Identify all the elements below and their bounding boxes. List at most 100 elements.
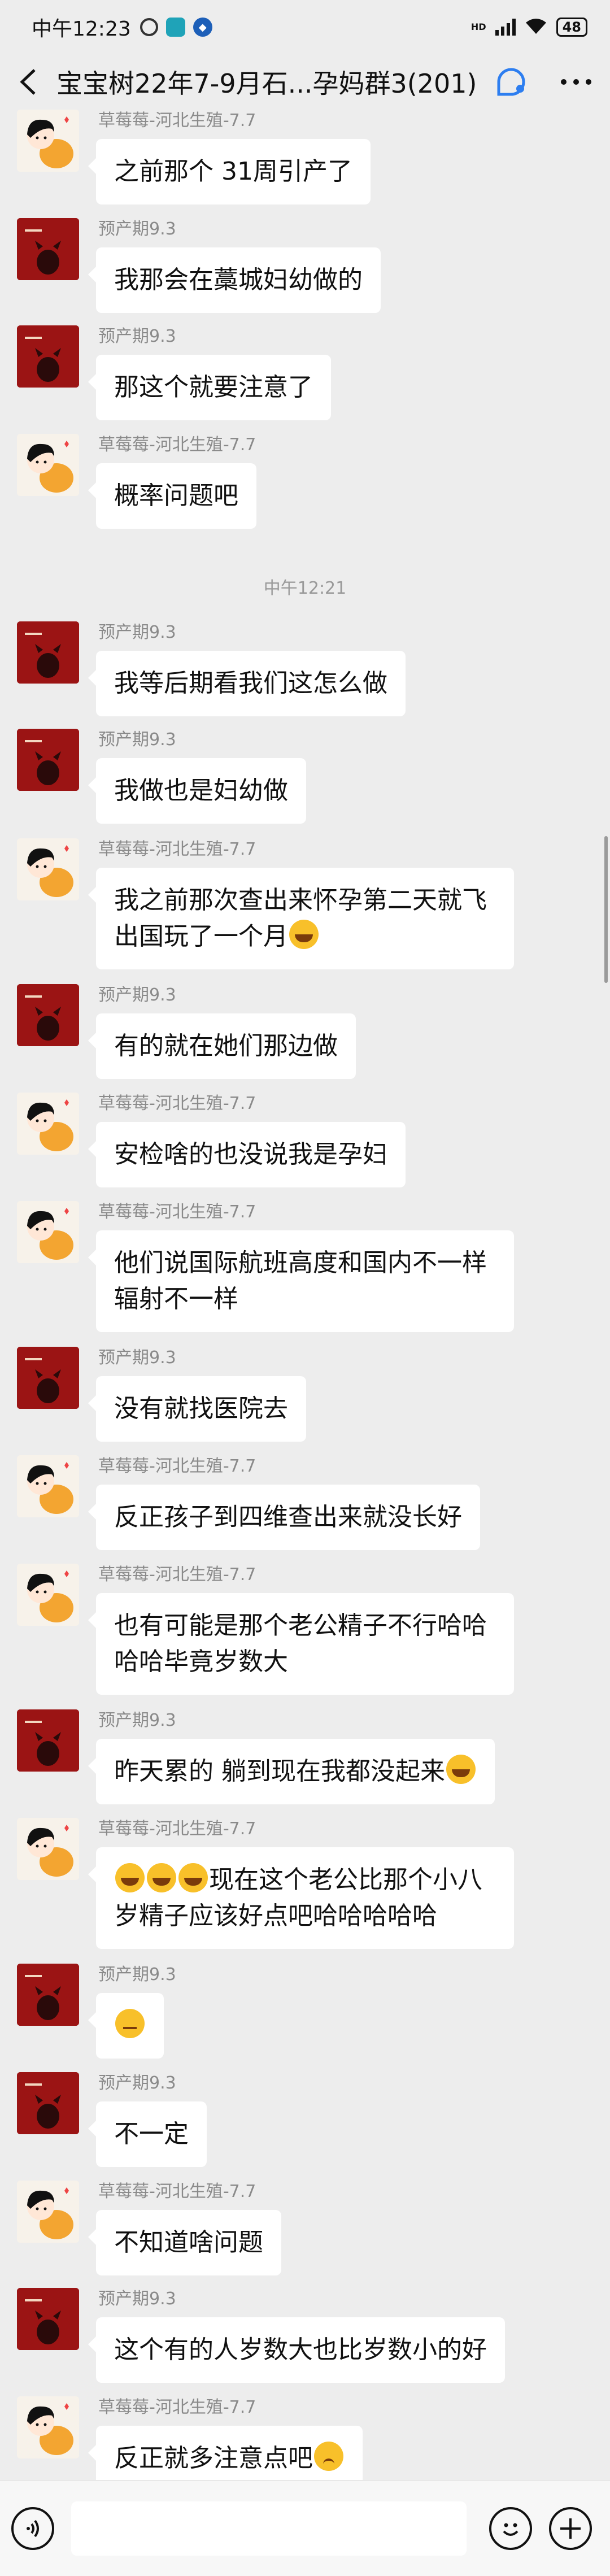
message-text: 没有就找医院去 bbox=[114, 1394, 288, 1423]
sender-name: 草莓莓-河北生殖-7.7 bbox=[98, 1094, 256, 1113]
message-text: 昨天累的 躺到现在我都没起来 bbox=[114, 1757, 445, 1786]
message-bubble[interactable]: 没有就找医院去 bbox=[88, 1376, 306, 1442]
message-text: 安检啥的也没说我是孕妇 bbox=[114, 1140, 387, 1169]
sender-name: 预产期9.3 bbox=[98, 2073, 176, 2093]
voice-input-icon[interactable] bbox=[11, 2507, 54, 2550]
avatar[interactable] bbox=[17, 1455, 79, 1517]
avatar[interactable] bbox=[17, 1564, 79, 1626]
avatar[interactable] bbox=[17, 2072, 79, 2134]
laugh-emoji-icon bbox=[115, 1863, 145, 1892]
message-text: 反正就多注意点吧 bbox=[114, 2444, 313, 2473]
avatar[interactable] bbox=[17, 110, 79, 172]
sender-name: 预产期9.3 bbox=[98, 985, 176, 1005]
avatar[interactable] bbox=[17, 2181, 79, 2243]
message-bubble[interactable] bbox=[88, 1993, 164, 2059]
message-bubble[interactable]: 我之前那次查出来怀孕第二天就飞出国玩了一个月 bbox=[88, 868, 514, 969]
sender-name: 草莓莓-河北生殖-7.7 bbox=[98, 839, 256, 859]
message-text: 他们说国际航班高度和国内不一样辐射不一样 bbox=[114, 1248, 487, 1313]
message-text: 概率问题吧 bbox=[114, 481, 238, 510]
shield-icon: ◆ bbox=[193, 18, 212, 37]
avatar[interactable] bbox=[17, 1709, 79, 1772]
avatar[interactable] bbox=[17, 838, 79, 900]
sender-name: 预产期9.3 bbox=[98, 730, 176, 750]
message-bubble[interactable]: 我那会在藁城妇幼做的 bbox=[88, 247, 381, 313]
avatar[interactable] bbox=[17, 434, 79, 496]
laugh-emoji-icon bbox=[178, 1863, 208, 1892]
message-text: 也有可能是那个老公精子不行哈哈哈哈毕竟岁数大 bbox=[114, 1611, 487, 1676]
avatar[interactable] bbox=[17, 621, 79, 684]
alarm-icon bbox=[140, 18, 158, 36]
sender-name: 草莓莓-河北生殖-7.7 bbox=[98, 2397, 256, 2417]
sender-name: 草莓莓-河北生殖-7.7 bbox=[98, 2182, 256, 2201]
laugh-emoji-icon bbox=[147, 1863, 176, 1892]
message-bubble[interactable]: 有的就在她们那边做 bbox=[88, 1013, 356, 1079]
sender-name: 草莓莓-河北生殖-7.7 bbox=[98, 435, 256, 455]
message-text: 不一定 bbox=[114, 2120, 189, 2148]
message-bubble[interactable]: 这个有的人岁数大也比岁数小的好 bbox=[88, 2317, 505, 2383]
sender-name: 预产期9.3 bbox=[98, 1348, 176, 1368]
message-input[interactable] bbox=[71, 2501, 467, 2556]
message-text: 不知道啥问题 bbox=[114, 2228, 263, 2257]
sender-name: 草莓莓-河北生殖-7.7 bbox=[98, 1456, 256, 1476]
input-bar bbox=[0, 2480, 610, 2576]
message-bubble[interactable]: 反正孩子到四维查出来就没长好 bbox=[88, 1485, 480, 1550]
avatar[interactable] bbox=[17, 1818, 79, 1880]
sender-name: 预产期9.3 bbox=[98, 623, 176, 642]
status-notification-icons: ◆ bbox=[140, 18, 212, 37]
sender-name: 草莓莓-河北生殖-7.7 bbox=[98, 1819, 256, 1839]
avatar[interactable] bbox=[17, 1093, 79, 1155]
scrollbar[interactable] bbox=[604, 836, 608, 983]
status-bar: 中午12:23 ◆ HD 48 bbox=[0, 0, 610, 54]
avatar[interactable] bbox=[17, 2288, 79, 2350]
message-bubble[interactable]: 昨天累的 躺到现在我都没起来 bbox=[88, 1739, 495, 1804]
avatar[interactable] bbox=[17, 2396, 79, 2458]
avatar[interactable] bbox=[17, 984, 79, 1046]
message-bubble[interactable]: 我做也是妇幼做 bbox=[88, 758, 306, 824]
chat-title: 宝宝树22年7-9月石...孕妈群3(201) bbox=[56, 68, 477, 99]
back-arrow-icon[interactable] bbox=[0, 54, 56, 110]
emoji-icon[interactable] bbox=[489, 2507, 532, 2550]
message-bubble[interactable]: 那这个就要注意了 bbox=[88, 355, 331, 420]
network-type: HD bbox=[470, 21, 486, 32]
plus-icon[interactable] bbox=[549, 2507, 592, 2550]
message-bubble[interactable]: 不知道啥问题 bbox=[88, 2210, 281, 2275]
status-time: 中午12:23 bbox=[32, 18, 131, 41]
message-bubble[interactable]: 概率问题吧 bbox=[88, 463, 256, 529]
message-bubble[interactable]: 反正就多注意点吧 bbox=[88, 2426, 363, 2480]
laugh-emoji-icon bbox=[446, 1755, 476, 1784]
avatar[interactable] bbox=[17, 325, 79, 388]
message-text: 那这个就要注意了 bbox=[114, 373, 313, 402]
message-text: 反正孩子到四维查出来就没长好 bbox=[114, 1503, 462, 1531]
message-text: 有的就在她们那边做 bbox=[114, 1032, 338, 1060]
avatar[interactable] bbox=[17, 1201, 79, 1263]
sender-name: 预产期9.3 bbox=[98, 219, 176, 239]
sender-name: 预产期9.3 bbox=[98, 1965, 176, 1985]
avatar[interactable] bbox=[17, 1964, 79, 2026]
app-notification-icon bbox=[165, 18, 185, 37]
sender-name: 预产期9.3 bbox=[98, 327, 176, 346]
message-text: 之前那个 31周引产了 bbox=[114, 157, 352, 186]
channel-icon[interactable] bbox=[486, 66, 537, 98]
message-bubble[interactable]: 安检啥的也没说我是孕妇 bbox=[88, 1122, 406, 1187]
message-bubble[interactable]: 之前那个 31周引产了 bbox=[88, 139, 371, 204]
sad-emoji-icon bbox=[314, 2442, 343, 2471]
message-list[interactable]: 草莓莓-河北生殖-7.7 之前那个 31周引产了 预产期9.3 我那会在藁城妇幼做的预… bbox=[0, 110, 610, 2480]
chat-header: 宝宝树22年7-9月石...孕妈群3(201) bbox=[0, 54, 610, 110]
sender-name: 预产期9.3 bbox=[98, 2289, 176, 2309]
more-options-icon[interactable] bbox=[542, 54, 610, 110]
avatar[interactable] bbox=[17, 218, 79, 280]
message-bubble[interactable]: 现在这个老公比那个小八岁精子应该好点吧哈哈哈哈哈 bbox=[88, 1847, 514, 1949]
message-text: 这个有的人岁数大也比岁数小的好 bbox=[114, 2335, 487, 2364]
avatar[interactable] bbox=[17, 1347, 79, 1409]
message-bubble[interactable]: 我等后期看我们这怎么做 bbox=[88, 651, 406, 716]
wifi-icon bbox=[525, 18, 547, 36]
status-right: HD 48 bbox=[471, 18, 587, 37]
message-text: 我那会在藁城妇幼做的 bbox=[114, 266, 363, 294]
avatar[interactable] bbox=[17, 729, 79, 791]
message-bubble[interactable]: 他们说国际航班高度和国内不一样辐射不一样 bbox=[88, 1230, 514, 1332]
signal-icon bbox=[495, 19, 516, 36]
message-text: 我做也是妇幼做 bbox=[114, 776, 288, 805]
message-bubble[interactable]: 不一定 bbox=[88, 2101, 207, 2167]
sender-name: 草莓莓-河北生殖-7.7 bbox=[98, 111, 256, 130]
message-bubble[interactable]: 也有可能是那个老公精子不行哈哈哈哈毕竟岁数大 bbox=[88, 1593, 514, 1695]
